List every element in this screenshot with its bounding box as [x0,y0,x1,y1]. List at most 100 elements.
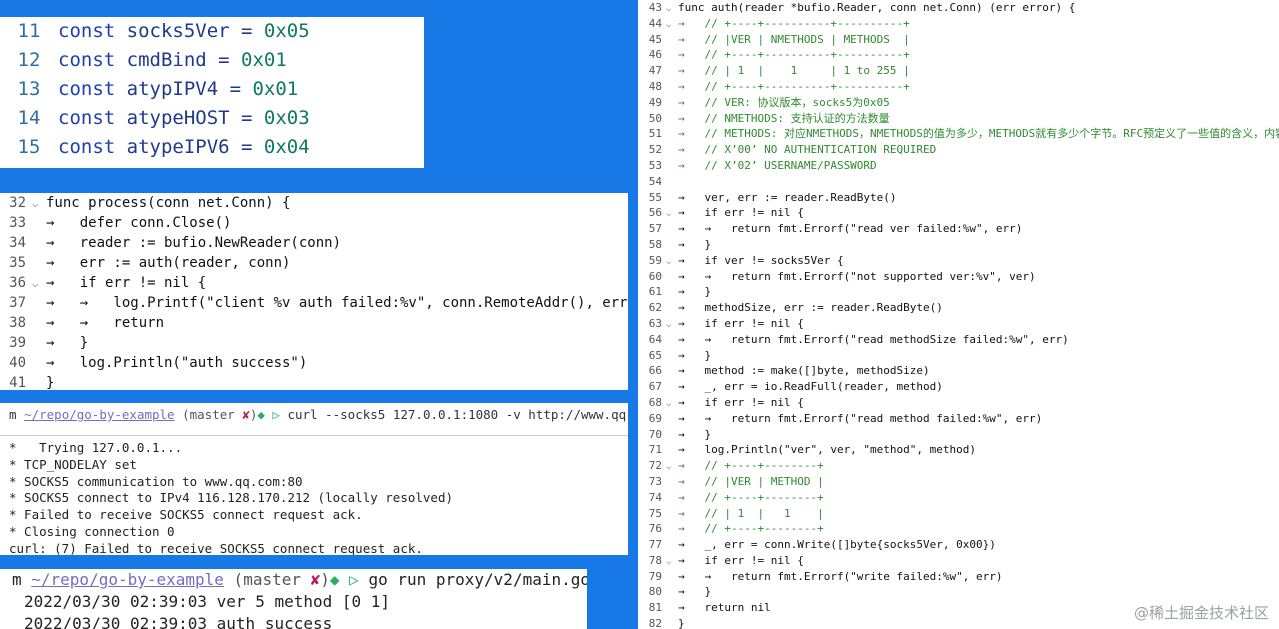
terminal-prompt[interactable]: m ~/repo/go-by-example (master ✘)◆ ▷ cur… [0,403,628,427]
prompt-mode: m [9,407,25,422]
terminal-output: * Trying 127.0.0.1... * TCP_NODELAY set * … [0,436,628,555]
line-number: 44 [648,16,662,30]
code-line: 32 ⌵ func process(conn net.Conn) { [0,193,628,213]
code-line: 51 → // METHODS: 对应NMETHODS，NMETHODS的值为多少… [638,126,1279,142]
line-number: 64 [648,332,662,346]
identifier: atypeHOST = [115,107,264,129]
output-line: * SOCKS5 communication to www.qq.com:80 [9,473,303,489]
line-number: 55 [648,190,662,204]
code-line: 72 ⌵ → // +----+--------+ [638,458,1279,474]
number-literal: 0x03 [263,107,310,129]
code-line: 49 → // VER: 协议版本，socks5为0x05 [638,95,1279,111]
line-number: 14 [17,107,41,129]
const-code-panel: 11 const socks5Ver = 0x05 12 const cmdBind … [0,17,424,168]
line-number: 37 [9,295,26,311]
line-number: 36 [9,275,26,291]
code-line: 53 → // X’02’ USERNAME/PASSWORD [638,158,1279,174]
line-number: 34 [9,235,26,251]
line-number: 58 [648,237,662,251]
dirty-icon: ✘ [310,570,321,589]
keyword: const [58,78,116,100]
code-text: → → return fmt.Errorf("read method faile… [678,411,1043,425]
code-line: 63 ⌵ → if err != nil { [638,316,1279,332]
line-number: 76 [648,522,662,536]
comment-text: → // X’00’ NO AUTHENTICATION REQUIRED [678,143,937,157]
output-line: * Closing connection 0 [9,523,175,539]
line-number: 75 [648,506,662,520]
line-number: 79 [648,569,662,583]
keyword: const [58,20,116,42]
code-text: → if err != nil { [678,206,804,220]
code-line: 46 → // +----+----------+----------+ [638,47,1279,63]
line-number: 59 [648,253,662,267]
code-text: → defer conn.Close() [46,215,232,231]
code-line: 61 → } [638,284,1279,300]
line-number: 13 [17,78,41,100]
comment-text: → // +----+--------+ [678,490,824,504]
line-number: 82 [648,617,662,629]
code-text: → } [678,427,712,441]
code-line: 77 → _, err = conn.Write([]byte{socks5Ver… [638,537,1279,553]
code-text: → } [46,335,89,351]
auth-func-code-panel: 43 ⌵ func auth(reader *bufio.Reader, conn … [638,0,1279,629]
line-number: 47 [648,64,662,78]
code-line: 34 → reader := bufio.NewReader(conn) [0,233,628,253]
code-text: → } [678,285,712,299]
code-text: → } [678,237,712,251]
code-line: 15 const atypeIPV6 = 0x04 [0,133,424,162]
code-text: → method := make([]byte, methodSize) [678,364,930,378]
terminal-command: go run proxy/v2/main.go [358,570,587,589]
output-line: * SOCKS5 connect to IPv4 116.128.170.212… [9,490,454,506]
comment-text: → // +----+--------+ [678,522,824,536]
go-run-terminal-panel: m ~/repo/go-by-example (master ✘)◆ ▷ go … [0,569,587,629]
output-line: * Trying 127.0.0.1... [9,440,183,455]
code-line: 37 → → log.Printf("client %v auth failed:… [0,293,628,313]
fold-icon: ⌵ [32,197,39,210]
line-number: 38 [9,315,26,331]
line-number: 62 [648,301,662,315]
line-number: 35 [9,255,26,271]
code-text: → _, err = conn.Write([]byte{socks5Ver, … [678,538,996,552]
line-number: 65 [648,348,662,362]
line-number: 71 [648,443,662,457]
code-line: 43 ⌵ func auth(reader *bufio.Reader, conn … [638,0,1279,16]
keyword: const [58,49,116,71]
code-line: 11 const socks5Ver = 0x05 [0,17,424,46]
code-line: 76 → // +----+--------+ [638,521,1279,537]
output-line: 2022/03/30 02:39:03 auth success [24,614,333,629]
code-text: → reader := bufio.NewReader(conn) [46,235,342,251]
line-number: 74 [648,490,662,504]
line-number: 39 [9,335,26,351]
comment-text: → // +----+--------+ [678,459,824,473]
line-number: 45 [648,32,662,46]
fold-icon: ⌵ [32,277,39,290]
line-number: 54 [648,174,662,188]
code-text: → return nil [678,601,771,615]
code-text: → } [678,585,712,599]
terminal-command: curl --socks5 127.0.0.1:1080 -v http://w… [279,407,628,422]
line-number: 68 [648,395,662,409]
line-number: 15 [17,136,41,158]
code-text: → if err != nil { [678,316,804,330]
number-literal: 0x01 [241,49,287,71]
code-text: → if ver != socks5Ver { [678,253,844,267]
code-line: 60 → → return fmt.Errorf("not supported v… [638,269,1279,285]
process-func-code-panel: 32 ⌵ func process(conn net.Conn) {33 → defe… [0,193,628,390]
comment-text: → // X’02’ USERNAME/PASSWORD [678,158,877,172]
code-line: 73 → // |VER | METHOD | [638,474,1279,490]
code-text: func auth(reader *bufio.Reader, conn net… [678,1,1076,14]
code-line: 79 → → return fmt.Errorf("write failed:%w… [638,569,1279,585]
line-number: 63 [648,316,662,330]
code-text: → err := auth(reader, conn) [46,255,291,271]
code-line: 14 const atypeHOST = 0x03 [0,104,424,133]
number-literal: 0x01 [252,78,299,100]
prompt-branch: (master [174,407,243,422]
code-line: 52 → // X’00’ NO AUTHENTICATION REQUIRED [638,142,1279,158]
line-number: 80 [648,585,662,599]
code-line: 39 → } [0,333,628,353]
terminal-prompt[interactable]: m ~/repo/go-by-example (master ✘)◆ ▷ go … [0,569,587,591]
comment-text: → // | 1 | 1 | [678,506,824,520]
code-line: 48 → // +----+----------+----------+ [638,79,1279,95]
prompt-path: ~/repo/go-by-example [24,407,175,422]
code-line: 62 → methodSize, err := reader.ReadByte() [638,300,1279,316]
